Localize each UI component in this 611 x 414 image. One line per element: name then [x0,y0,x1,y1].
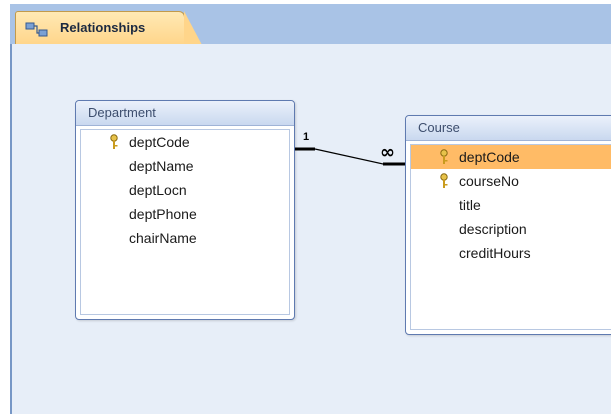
field-name: deptPhone [129,206,197,222]
relationships-canvas[interactable]: 1 ∞ Department deptCode deptName deptLoc… [10,44,611,414]
course-table[interactable]: Course deptCode courseNo title descripti… [405,115,611,335]
relationships-icon [25,22,48,37]
field-row-selected[interactable]: deptCode [411,145,611,169]
field-row[interactable]: courseNo [411,169,611,193]
field-row[interactable]: deptName [81,154,289,178]
department-table-title[interactable]: Department [76,101,294,126]
field-name: description [459,221,527,237]
field-name: courseNo [459,173,519,189]
field-row[interactable]: deptLocn [81,178,289,202]
field-row[interactable]: description [411,217,611,241]
field-name: deptName [129,158,194,174]
field-row[interactable]: title [411,193,611,217]
field-name: deptLocn [129,182,187,198]
document-tab-bar: Relationships [0,0,611,45]
many-side-label: ∞ [380,142,395,163]
field-row[interactable]: deptPhone [81,202,289,226]
field-name: deptCode [129,134,190,150]
field-name: deptCode [459,149,520,165]
primary-key-icon [110,134,118,149]
tab-relationships[interactable]: Relationships [15,11,202,45]
field-name: creditHours [459,245,531,261]
field-row[interactable]: chairName [81,226,289,250]
primary-key-icon [440,173,448,188]
course-field-list[interactable]: deptCode courseNo title description cred… [410,144,611,330]
field-name: chairName [129,230,197,246]
field-row[interactable]: deptCode [81,130,289,154]
department-field-list[interactable]: deptCode deptName deptLocn deptPhone cha… [80,129,290,315]
field-name: title [459,197,481,213]
tab-label: Relationships [60,20,146,35]
field-row[interactable]: creditHours [411,241,611,265]
primary-key-icon [440,149,448,164]
one-side-label: 1 [303,131,309,143]
course-table-title[interactable]: Course [406,116,611,141]
department-table[interactable]: Department deptCode deptName deptLocn de… [75,100,295,320]
